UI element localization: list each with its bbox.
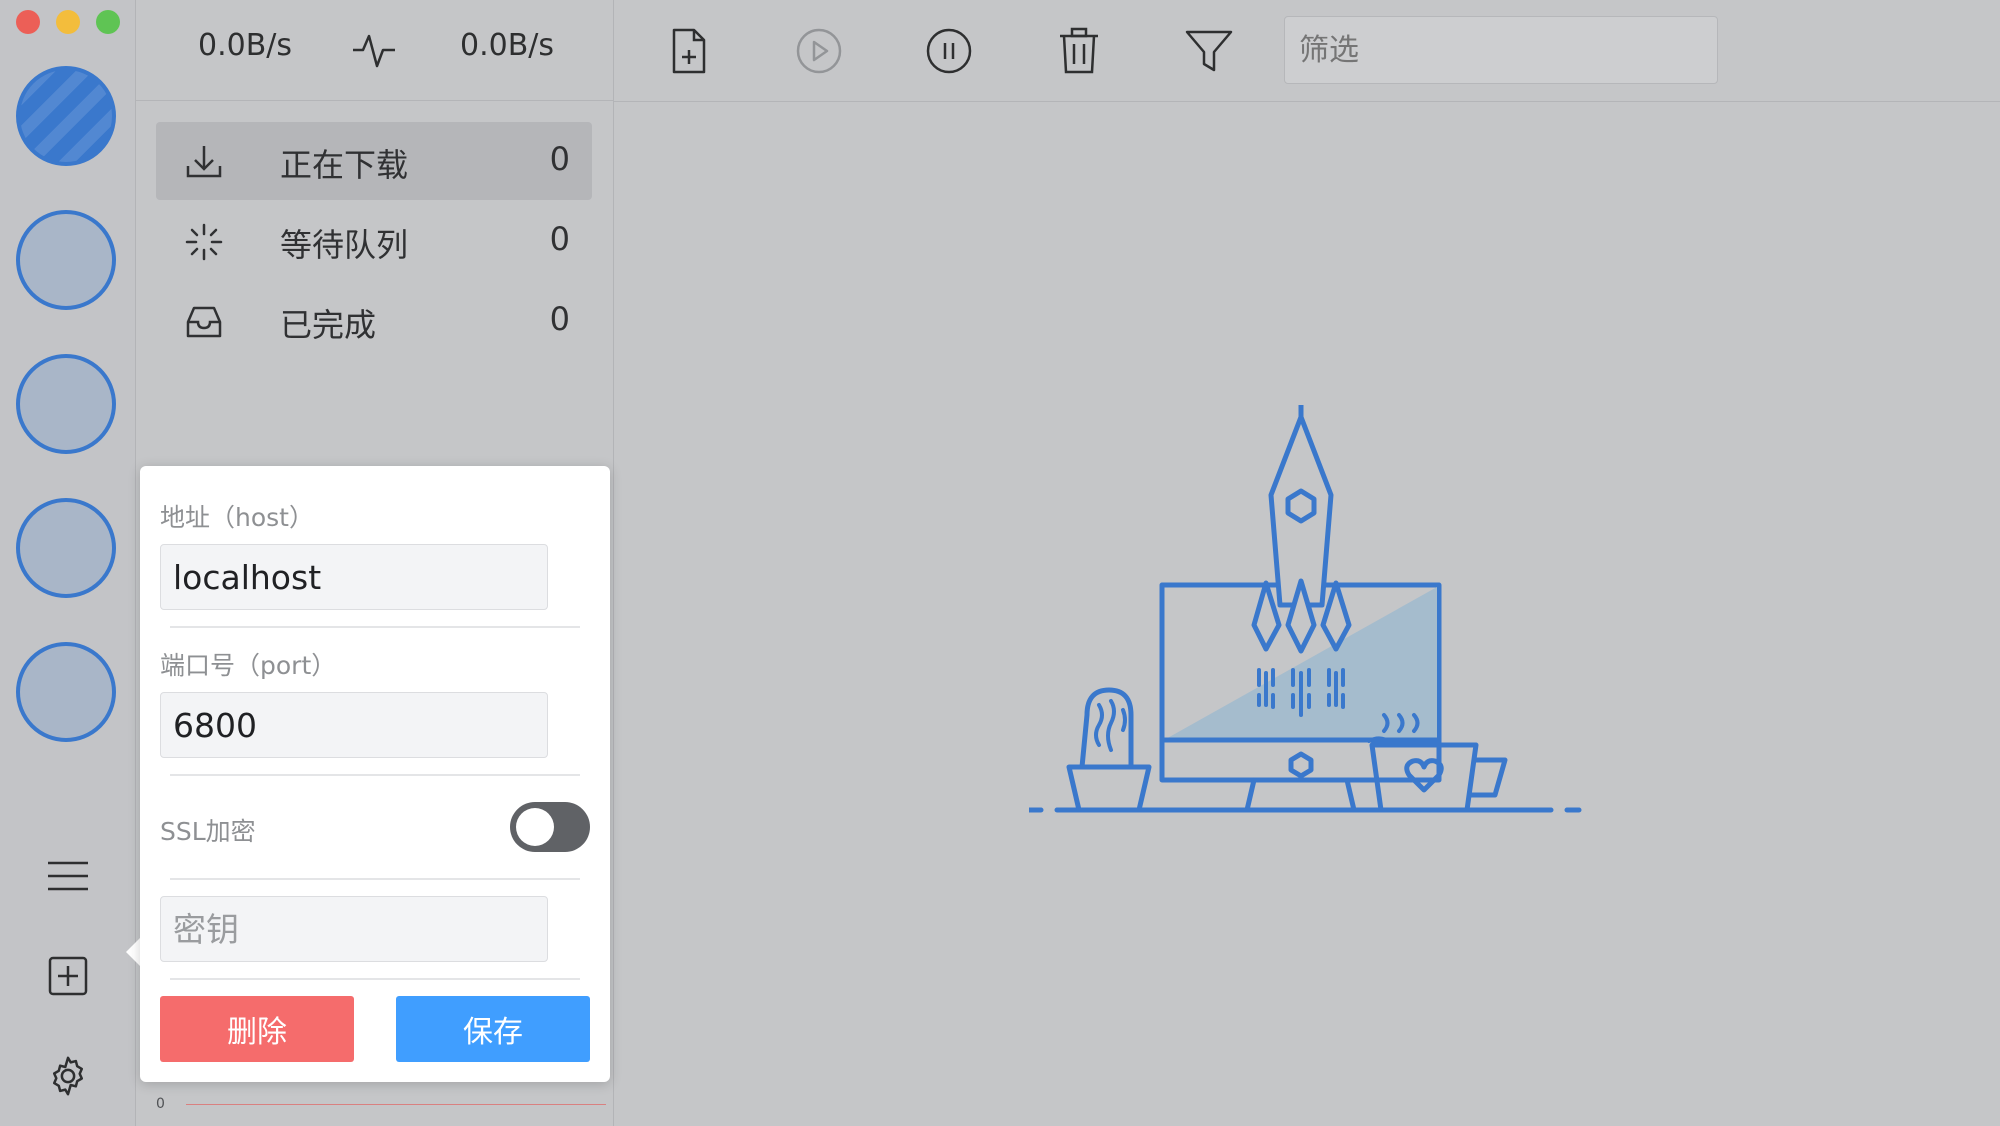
sidebar-divider <box>136 100 613 101</box>
ssl-toggle[interactable] <box>510 802 590 852</box>
nav-item-downloading[interactable]: 正在下载 0 <box>156 122 592 200</box>
divider <box>170 774 580 776</box>
menu-icon[interactable] <box>48 860 88 892</box>
close-window-button[interactable] <box>16 10 40 34</box>
host-input[interactable] <box>160 544 548 610</box>
gear-icon[interactable] <box>45 1053 91 1099</box>
port-input[interactable] <box>160 692 548 758</box>
toolbar <box>614 0 2000 102</box>
new-task-icon[interactable] <box>664 26 714 76</box>
ssl-label: SSL加密 <box>160 817 256 846</box>
server-avatar-3[interactable] <box>16 354 116 454</box>
nav-label: 正在下载 <box>280 146 409 184</box>
filter-icon[interactable] <box>1184 26 1234 76</box>
nav-count: 0 <box>549 140 570 178</box>
loading-icon <box>185 223 223 261</box>
nav-item-completed[interactable]: 已完成 0 <box>156 282 592 360</box>
pause-icon[interactable] <box>924 26 974 76</box>
nav-item-waiting[interactable]: 等待队列 0 <box>156 202 592 280</box>
activity-icon <box>353 34 395 68</box>
host-label: 地址（host） <box>160 503 314 532</box>
play-icon[interactable] <box>794 26 844 76</box>
empty-state-illustration <box>1029 405 1582 813</box>
download-speed: 0.0B/s <box>460 28 555 63</box>
nav-count: 0 <box>549 300 570 338</box>
inbox-icon <box>186 306 222 338</box>
server-rail <box>0 0 136 1126</box>
maximize-window-button[interactable] <box>96 10 120 34</box>
divider <box>170 878 580 880</box>
main-panel <box>614 0 2000 1126</box>
speed-chart-line <box>186 1104 606 1105</box>
server-avatar-2[interactable] <box>16 210 116 310</box>
port-label: 端口号（port） <box>160 651 337 680</box>
server-avatar-1[interactable] <box>16 66 116 166</box>
server-config-popover: 地址（host） 端口号（port） SSL加密 删除 保存 <box>140 466 610 1082</box>
secret-input[interactable] <box>160 896 548 962</box>
server-avatar-4[interactable] <box>16 498 116 598</box>
divider <box>170 626 580 628</box>
server-avatar-5[interactable] <box>16 642 116 742</box>
add-server-icon[interactable] <box>48 956 88 996</box>
popover-arrow <box>126 938 140 966</box>
divider <box>170 978 580 980</box>
filter-input[interactable] <box>1284 16 1718 84</box>
nav-count: 0 <box>549 220 570 258</box>
speed-chart-zero: 0 <box>156 1096 165 1112</box>
download-icon <box>186 146 222 178</box>
upload-speed: 0.0B/s <box>198 28 293 63</box>
minimize-window-button[interactable] <box>56 10 80 34</box>
trash-icon[interactable] <box>1054 26 1104 76</box>
save-button[interactable]: 保存 <box>396 996 590 1062</box>
delete-button[interactable]: 删除 <box>160 996 354 1062</box>
nav-label: 已完成 <box>280 306 377 344</box>
ssl-toggle-knob <box>516 808 554 846</box>
nav-label: 等待队列 <box>280 226 409 264</box>
